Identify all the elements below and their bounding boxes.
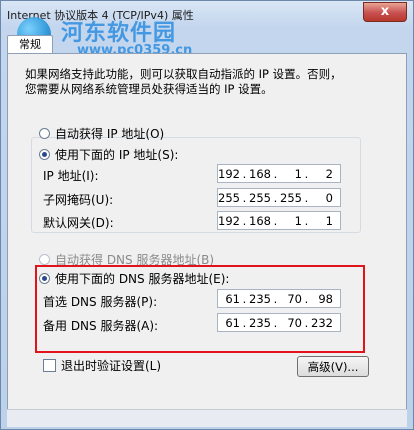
tcpip-properties-window: Internet 协议版本 4 (TCP/IPv4) 属性 x 河东软件园 ww… bbox=[0, 0, 414, 430]
close-icon: x bbox=[380, 4, 390, 19]
subnet-mask-octet-2: 255 bbox=[249, 190, 271, 205]
ip-address-octet-3: 1 bbox=[294, 166, 302, 181]
auto-dns-radio[interactable] bbox=[39, 254, 50, 265]
manual-dns-label: 使用下面的 DNS 服务器地址(E): bbox=[55, 272, 230, 286]
subnet-mask-octet-4: 0 bbox=[325, 190, 333, 205]
ip-address-octet-2: 168 bbox=[249, 166, 271, 181]
description-line-2: 您需要从网络系统管理员处获得适当的 IP 设置。 bbox=[25, 82, 273, 96]
ip-address-octet-4: 2 bbox=[325, 166, 333, 181]
default-gateway-label: 默认网关(D): bbox=[43, 216, 114, 230]
alternate-dns-label: 备用 DNS 服务器(A): bbox=[43, 319, 159, 333]
ip-address-label: IP 地址(I): bbox=[43, 169, 99, 183]
manual-ip-option[interactable]: 使用下面的 IP 地址(S): bbox=[39, 146, 183, 163]
manual-ip-label: 使用下面的 IP 地址(S): bbox=[55, 148, 179, 162]
auto-ip-option[interactable]: 自动获得 IP 地址(O) bbox=[39, 125, 164, 142]
alternate-dns-input[interactable]: 61. 235. 70. 232 bbox=[217, 313, 341, 332]
preferred-dns-octet-2: 235 bbox=[249, 291, 271, 306]
tab-general[interactable]: 常规 bbox=[7, 35, 53, 54]
manual-dns-radio[interactable] bbox=[39, 273, 50, 284]
alternate-dns-octet-4: 232 bbox=[311, 315, 333, 330]
subnet-mask-input[interactable]: 255. 255. 255. 0 bbox=[217, 188, 341, 207]
alternate-dns-octet-1: 61 bbox=[225, 315, 240, 330]
ip-address-input[interactable]: 192. 168. 1. 2 bbox=[217, 164, 341, 183]
subnet-mask-label: 子网掩码(U): bbox=[43, 193, 114, 207]
alternate-dns-octet-3: 70 bbox=[287, 315, 302, 330]
advanced-button[interactable]: 高级(V)... bbox=[297, 356, 369, 377]
validate-on-exit-option[interactable]: 退出时验证设置(L) bbox=[43, 357, 161, 374]
description-text: 如果网络支持此功能，则可以获取自动指派的 IP 设置。否则， 您需要从网络系统管… bbox=[25, 67, 395, 97]
default-gateway-input[interactable]: 192. 168. 1. 1 bbox=[217, 211, 341, 230]
dialog-bottom-strip bbox=[7, 409, 407, 427]
preferred-dns-label: 首选 DNS 服务器(P): bbox=[43, 295, 158, 309]
description-line-1: 如果网络支持此功能，则可以获取自动指派的 IP 设置。否则， bbox=[25, 67, 342, 81]
preferred-dns-input[interactable]: 61. 235. 70. 98 bbox=[217, 289, 341, 308]
manual-dns-option[interactable]: 使用下面的 DNS 服务器地址(E): bbox=[39, 270, 229, 287]
manual-ip-radio[interactable] bbox=[39, 149, 50, 160]
auto-ip-radio[interactable] bbox=[39, 128, 50, 139]
preferred-dns-octet-3: 70 bbox=[287, 291, 302, 306]
ip-address-octet-1: 192 bbox=[218, 166, 240, 181]
validate-on-exit-checkbox[interactable] bbox=[43, 359, 56, 372]
preferred-dns-octet-1: 61 bbox=[225, 291, 240, 306]
auto-ip-label: 自动获得 IP 地址(O) bbox=[55, 127, 165, 141]
gateway-octet-3: 1 bbox=[294, 213, 302, 228]
close-button[interactable]: x bbox=[363, 2, 407, 22]
gateway-octet-2: 168 bbox=[249, 213, 271, 228]
subnet-mask-octet-3: 255 bbox=[280, 190, 302, 205]
subnet-mask-octet-1: 255 bbox=[218, 190, 240, 205]
gateway-octet-1: 192 bbox=[218, 213, 240, 228]
alternate-dns-octet-2: 235 bbox=[249, 315, 271, 330]
validate-on-exit-label: 退出时验证设置(L) bbox=[61, 359, 162, 373]
gateway-octet-4: 1 bbox=[325, 213, 333, 228]
preferred-dns-octet-4: 98 bbox=[318, 291, 333, 306]
